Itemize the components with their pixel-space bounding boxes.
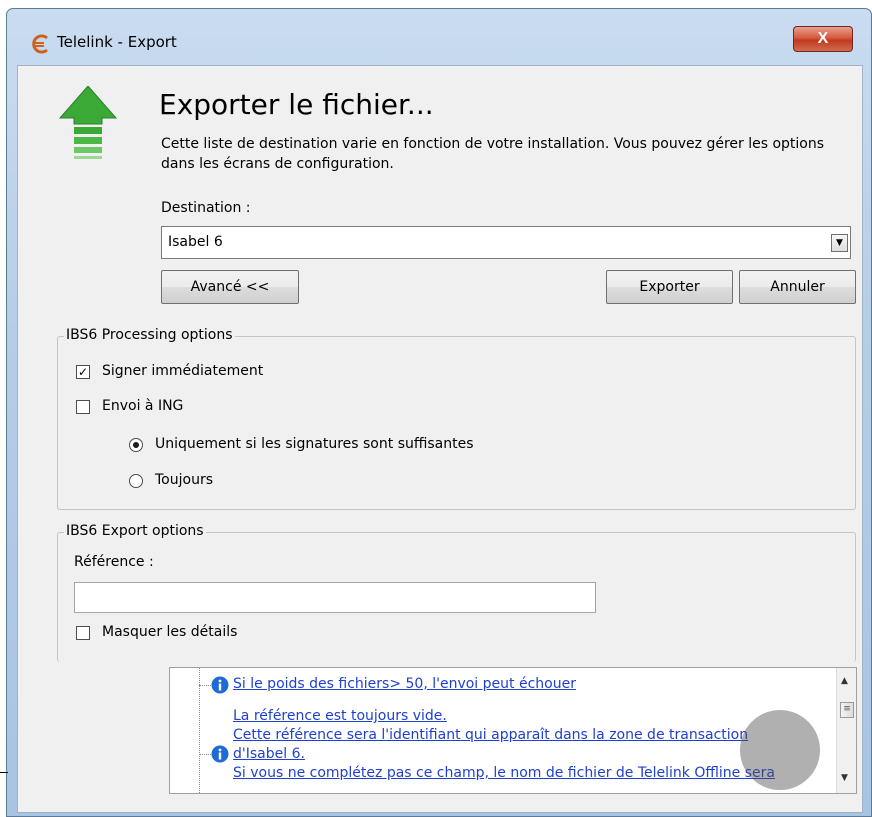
radio-always[interactable] — [129, 474, 143, 488]
hide-details-checkbox[interactable] — [76, 626, 90, 640]
processing-options-legend: IBS6 Processing options — [64, 327, 235, 343]
reference-input[interactable] — [74, 582, 596, 613]
message-link-line[interactable]: Cette référence sera l'identifiant qui a… — [233, 727, 748, 743]
export-arrow-icon — [58, 86, 118, 159]
destination-label: Destination : — [161, 200, 251, 216]
sign-now-label[interactable]: Signer immédiatement — [102, 363, 263, 379]
telelink-logo-icon — [32, 34, 48, 54]
scroll-thumb[interactable]: ≡ — [840, 702, 854, 718]
window-title: Telelink - Export — [57, 33, 177, 51]
scroll-up-icon[interactable]: ▲ — [841, 676, 848, 686]
info-icon — [211, 745, 229, 763]
radio-sufficient-label[interactable]: Uniquement si les signatures sont suffis… — [155, 436, 474, 452]
reference-label: Référence : — [74, 554, 154, 570]
dialog-heading: Exporter le fichier... — [159, 88, 434, 121]
title-bar[interactable]: Telelink - Export X — [7, 9, 871, 65]
chevron-down-icon[interactable]: ▼ — [831, 234, 848, 252]
message-link-line[interactable]: d'Isabel 6. — [233, 746, 305, 762]
messages-scrollbar[interactable]: ▲ ≡ ▼ — [836, 668, 856, 793]
tree-line — [199, 668, 200, 793]
external-divider — [0, 772, 8, 773]
message-link-size[interactable]: Si le poids des fichiers> 50, l'envoi pe… — [233, 676, 576, 692]
overlay-info-icon — [740, 710, 820, 790]
destination-select[interactable]: Isabel 6 ▼ — [161, 226, 851, 259]
destination-value: Isabel 6 — [168, 234, 223, 250]
dialog-description: Cette liste de destination varie en fonc… — [161, 136, 825, 172]
export-button[interactable]: Exporter — [606, 270, 733, 304]
message-link-line[interactable]: La référence est toujours vide. — [233, 708, 447, 724]
export-window: Telelink - Export X Exporter le fichier.… — [6, 8, 872, 817]
cancel-button[interactable]: Annuler — [739, 270, 856, 304]
sign-now-checkbox[interactable]: ✓ — [76, 365, 90, 379]
scroll-down-icon[interactable]: ▼ — [841, 773, 848, 783]
messages-panel: Si le poids des fichiers> 50, l'envoi pe… — [169, 667, 857, 794]
hide-details-label[interactable]: Masquer les détails — [102, 624, 237, 640]
advanced-button[interactable]: Avancé << — [161, 270, 299, 304]
info-icon — [211, 676, 229, 694]
radio-always-label[interactable]: Toujours — [155, 472, 213, 488]
send-ing-label[interactable]: Envoi à ING — [102, 398, 183, 414]
close-button[interactable]: X — [793, 26, 853, 52]
dialog-body: Exporter le fichier... Cette liste de de… — [17, 65, 863, 813]
export-options-legend: IBS6 Export options — [64, 523, 206, 539]
radio-sufficient-signatures[interactable] — [129, 438, 143, 452]
send-ing-checkbox[interactable] — [76, 400, 90, 414]
message-link-line[interactable]: Si vous ne complétez pas ce champ, le no… — [233, 765, 775, 781]
